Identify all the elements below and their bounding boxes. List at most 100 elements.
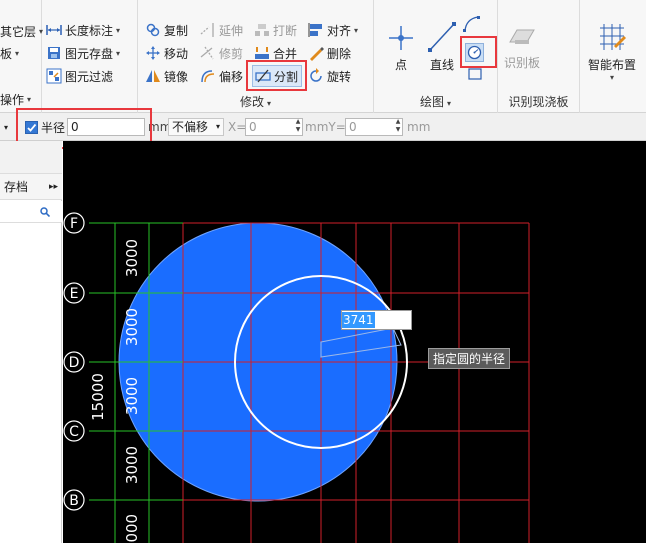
unit-label: mm — [407, 120, 431, 134]
y-spinner[interactable]: ▲ ▼ — [393, 118, 403, 136]
trim-button[interactable]: 修剪 — [200, 42, 243, 64]
board-button[interactable]: 板 ▾ — [0, 42, 19, 64]
board-label: 板 — [0, 46, 13, 61]
ribbon-group-layers: 其它层 ▾ 板 ▾ 操作 ▾ — [0, 0, 43, 113]
x-field-wrap: 0 ▲ ▼ — [245, 118, 303, 136]
copy-button[interactable]: 复制 — [145, 19, 188, 41]
move-icon — [145, 45, 161, 61]
line-icon — [428, 22, 456, 52]
chevron-down-icon: ▾ — [215, 122, 220, 131]
offset-button[interactable]: 偏移 — [200, 65, 243, 87]
archive-tab[interactable]: 存档 ▸▸ — [0, 174, 62, 200]
rotate-button[interactable]: 旋转 — [308, 65, 351, 87]
left-panel-header — [0, 141, 62, 174]
recognize-board-button[interactable]: 识别板 — [504, 26, 540, 71]
dimension-label: 3000 — [123, 514, 141, 543]
axis-label-b: B — [69, 493, 79, 509]
merge-icon — [254, 45, 270, 61]
ribbon-group-recognize: 识别板 识别现浇板 — [498, 0, 580, 113]
copy-icon — [145, 22, 161, 38]
modify-group-label: 修改 ▾ — [239, 95, 272, 109]
axis-label-f: F — [70, 216, 78, 232]
chevron-down-icon: ▾ — [354, 25, 359, 35]
smart-layout-button[interactable]: 智能布置 ▾ — [588, 22, 636, 82]
chevron-down-icon: ▾ — [267, 99, 272, 108]
mirror-label: 镜像 — [164, 69, 189, 84]
line-button[interactable]: 直线 — [426, 20, 458, 73]
x-spinner[interactable]: ▲ ▼ — [293, 118, 303, 136]
chevron-down-icon[interactable]: ▾ — [4, 118, 8, 136]
break-button[interactable]: 打断 — [254, 19, 297, 41]
ribbon-group-smart: 智能布置 ▾ — [580, 0, 646, 113]
smart-layout-label: 智能布置 — [588, 58, 637, 72]
move-label: 移动 — [164, 46, 189, 61]
extend-button[interactable]: 延伸 — [200, 19, 243, 41]
drawing-canvas[interactable]: F E D C B 3000 3000 3000 3000 3000 15000 — [63, 141, 646, 543]
recognize-group-label: 识别现浇板 — [508, 95, 569, 109]
rectangle-button[interactable] — [467, 67, 483, 84]
element-filter-label: 图元过滤 — [65, 69, 114, 84]
rotate-icon — [308, 68, 324, 84]
offset-icon — [200, 68, 216, 84]
axis-bubble-e[interactable]: E — [63, 282, 85, 304]
ribbon-group-annotate: 长度标注 ▾ 图元存盘 ▾ 图元过滤 — [42, 0, 138, 113]
mirror-button[interactable]: 镜像 — [145, 65, 188, 87]
offset-mode-select[interactable]: 不偏移 ▾ — [168, 118, 224, 136]
axis-bubble-c[interactable]: C — [63, 420, 85, 442]
double-chevron-right-icon[interactable]: ▸▸ — [49, 182, 58, 192]
radius-input-value: 3741 — [342, 312, 375, 328]
point-button[interactable]: 点 — [386, 22, 416, 73]
axis-bubble-b[interactable]: B — [63, 489, 85, 511]
point-icon — [389, 26, 413, 50]
axis-bubble-f[interactable]: F — [63, 212, 85, 234]
length-dimension-button[interactable]: 长度标注 ▾ — [46, 19, 120, 41]
left-panel: 存档 ▸▸ — [0, 141, 62, 543]
delete-button[interactable]: 删除 — [308, 42, 351, 64]
search-icon — [40, 207, 50, 217]
dimension-label: 3000 — [123, 308, 141, 346]
offset-mode-value: 不偏移 — [172, 120, 209, 134]
delete-icon — [308, 45, 324, 61]
delete-label: 删除 — [327, 46, 352, 61]
length-dimension-label: 长度标注 — [65, 23, 114, 38]
operation-label: 操作 — [0, 92, 25, 107]
chevron-down-icon: ▾ — [116, 48, 121, 58]
search-input[interactable] — [0, 201, 62, 223]
radius-tooltip: 指定圆的半径 — [428, 348, 511, 369]
cad-drawing: F E D C B 3000 3000 3000 3000 3000 15000 — [63, 212, 530, 543]
element-filter-button[interactable]: 图元过滤 — [46, 65, 113, 87]
save-element-label: 图元存盘 — [65, 46, 114, 61]
line-label: 直线 — [429, 58, 454, 72]
ribbon-toolbar: 其它层 ▾ 板 ▾ 操作 ▾ 长度标注 ▾ 图元存盘 ▾ 图元过滤 复制 延伸 … — [0, 0, 646, 113]
move-button[interactable]: 移动 — [145, 42, 188, 64]
archive-tab-label: 存档 — [4, 180, 29, 194]
split-highlight-box — [246, 60, 307, 91]
rectangle-icon — [468, 68, 482, 80]
save-element-icon — [46, 45, 62, 61]
other-layer-button[interactable]: 其它层 ▾ — [0, 20, 43, 42]
align-button[interactable]: 对齐 ▾ — [308, 19, 358, 41]
chevron-down-icon: ▾ — [610, 73, 615, 82]
save-element-button[interactable]: 图元存盘 ▾ — [46, 42, 120, 64]
recognize-board-label: 识别板 — [504, 56, 541, 70]
extend-label: 延伸 — [219, 23, 244, 38]
operation-group-label: 操作 ▾ — [0, 88, 31, 110]
smart-layout-icon — [600, 24, 626, 50]
filter-icon — [46, 68, 62, 84]
dynamic-radius-input[interactable]: 3741 — [341, 310, 412, 330]
align-label: 对齐 — [327, 23, 352, 38]
chevron-down-icon: ▾ — [27, 94, 32, 104]
break-label: 打断 — [273, 23, 298, 38]
mirror-icon — [145, 68, 161, 84]
arc-button[interactable] — [462, 14, 482, 37]
axis-label-c: C — [69, 424, 79, 440]
rotate-label: 旋转 — [327, 69, 352, 84]
axis-bubble-d[interactable]: D — [63, 351, 85, 373]
chevron-down-icon: ▾ — [15, 48, 20, 58]
offset-label: 偏移 — [219, 69, 244, 84]
chevron-down-icon: ▾ — [447, 99, 452, 108]
extend-icon — [200, 22, 216, 38]
x-label: X= — [228, 120, 247, 134]
ribbon-group-modify: 复制 延伸 打断 对齐 ▾ 移动 修剪 合并 删除 镜像 偏移 分割 旋转 修改… — [138, 0, 374, 113]
dimension-icon — [46, 22, 62, 38]
